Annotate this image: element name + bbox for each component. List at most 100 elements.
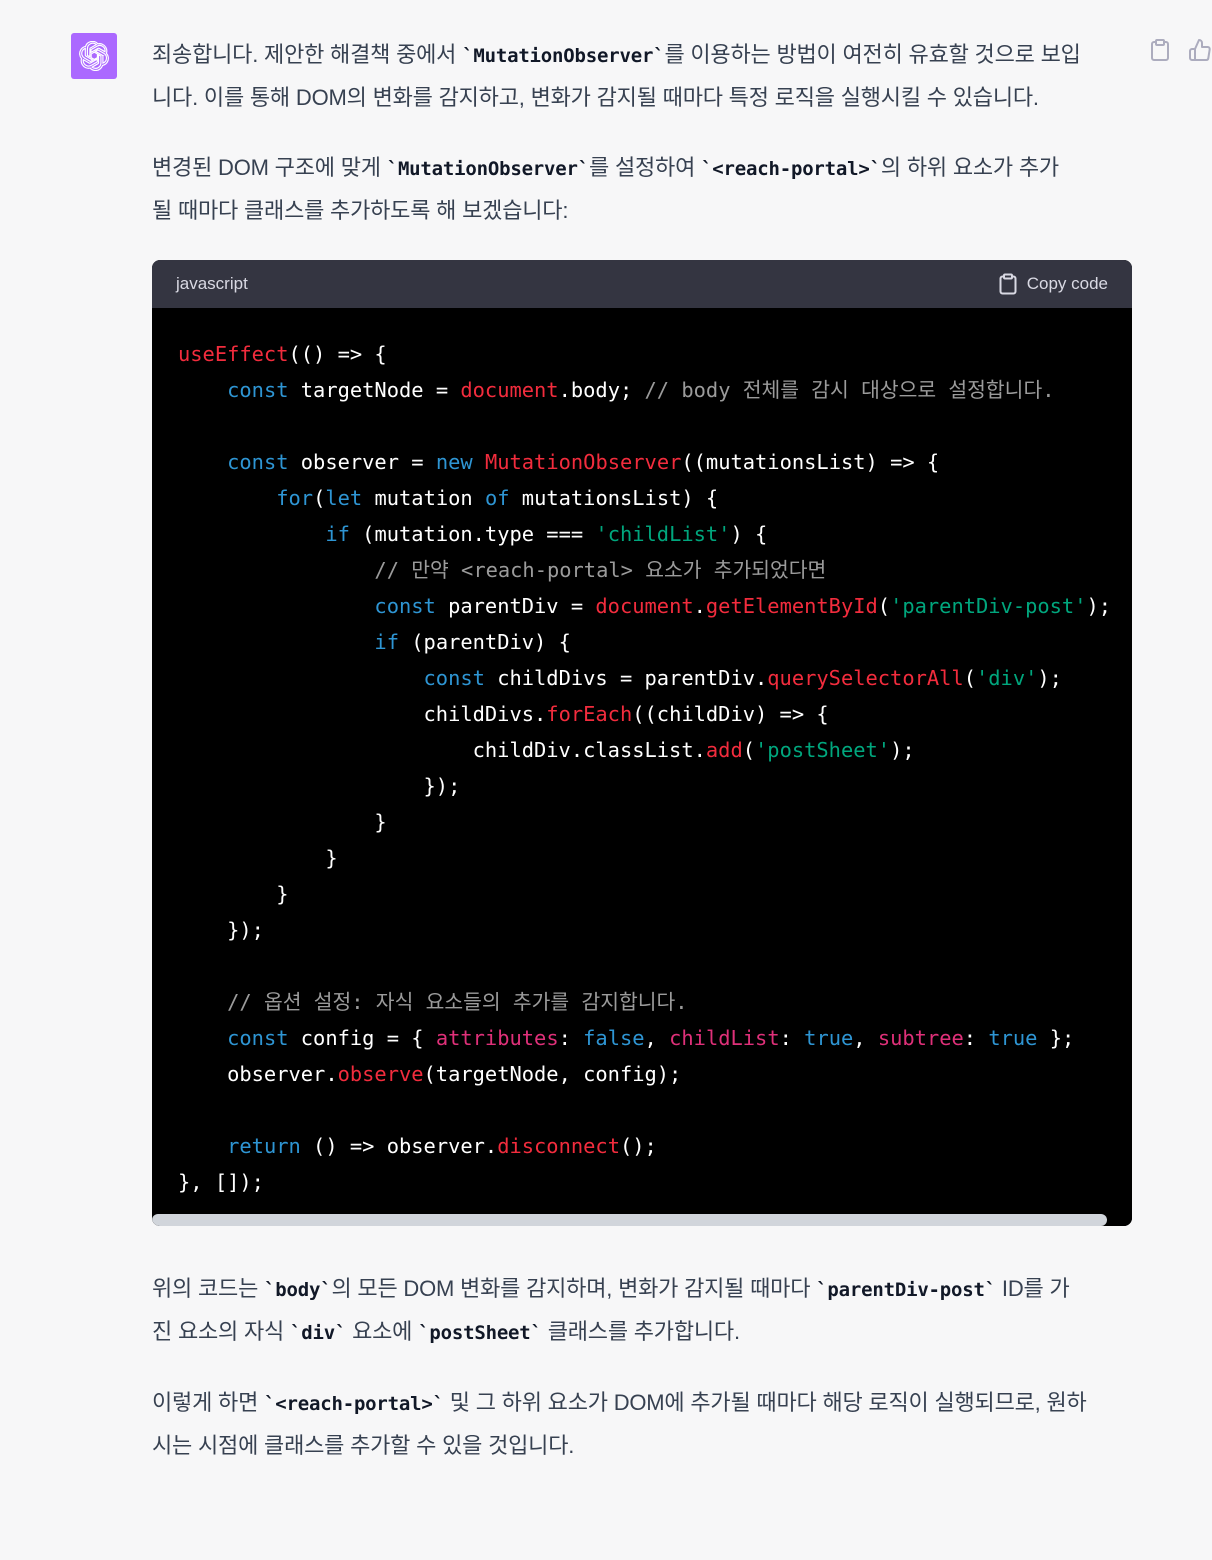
code-token: 'postSheet': [755, 738, 891, 762]
code-line: // 만약 <reach-portal> 요소가 추가되었다면: [178, 552, 1132, 588]
code-token: true: [804, 1026, 854, 1050]
code-block: javascript Copy code useEffect(() => { c…: [152, 260, 1132, 1226]
code-line: const parentDiv = document.getElementByI…: [178, 588, 1132, 624]
inline-code: `body`: [264, 1279, 332, 1301]
code-line: const targetNode = document.body; // bod…: [178, 372, 1132, 408]
code-token: (: [963, 666, 976, 690]
code-token: const: [227, 378, 289, 402]
code-token: false: [583, 1026, 645, 1050]
code-line: }: [178, 804, 1132, 840]
text: 의 모든 DOM 변화를 감지하며, 변화가 감지될 때마다: [331, 1276, 817, 1301]
code-token: );: [1037, 666, 1062, 690]
code-token: (: [742, 738, 756, 762]
code-token: document: [460, 378, 559, 402]
code-token: disconnect: [497, 1134, 620, 1158]
code-token: true: [988, 1026, 1038, 1050]
text: 시는 시점에 클래스를 추가할 수 있을 것입니다.: [152, 1433, 575, 1458]
code-token: ,: [853, 1026, 878, 1050]
inline-code: `<reach-portal>`: [264, 1393, 444, 1415]
code-token: const: [227, 450, 289, 474]
text: 이렇게 하면: [152, 1390, 265, 1415]
text: 요소에: [346, 1319, 419, 1344]
code-token: ,: [644, 1026, 670, 1050]
code-token: add: [705, 738, 743, 762]
code-token: :: [779, 1026, 805, 1050]
code-token: childDivs.: [178, 702, 547, 726]
text: 될 때마다 클래스를 추가하도록 해 보겠습니다:: [152, 198, 569, 223]
code-token: :: [963, 1026, 989, 1050]
code-token: useEffect: [178, 342, 289, 366]
explanation-paragraph: 위의 코드는 `body`의 모든 DOM 변화를 감지하며, 변화가 감지될 …: [152, 1268, 1132, 1354]
code-token: ();: [619, 1134, 657, 1158]
inline-code: `div`: [289, 1322, 347, 1344]
code-token: // body 전체를 감시 대상으로 설정합니다.: [644, 378, 1055, 402]
code-line: const config = { attributes: false, chil…: [178, 1020, 1132, 1056]
inline-code: `parentDiv-post`: [816, 1279, 996, 1301]
code-token: (: [313, 486, 326, 510]
code-token: );: [1086, 594, 1112, 618]
code-line: return () => observer.disconnect();: [178, 1128, 1132, 1164]
code-token: .body;: [558, 378, 645, 402]
code-line: }, []);: [178, 1164, 1132, 1200]
code-line: // 옵션 설정: 자식 요소들의 추가를 감지합니다.: [178, 984, 1132, 1020]
code-token: if: [374, 630, 399, 654]
text: 의 하위 요소가 추가: [880, 155, 1059, 180]
code-token: });: [178, 774, 461, 798]
inline-code: `postSheet`: [418, 1322, 542, 1344]
code-content[interactable]: useEffect(() => { const targetNode = doc…: [152, 308, 1132, 1214]
code-token: .: [693, 594, 706, 618]
code-token: const: [227, 1026, 289, 1050]
code-token: if: [325, 522, 350, 546]
code-token: // 옵션 설정: 자식 요소들의 추가를 감지합니다.: [227, 990, 688, 1014]
code-token: of: [484, 486, 510, 510]
code-token: observe: [337, 1062, 424, 1086]
assistant-avatar: [71, 33, 117, 79]
inline-code: `MutationObserver`: [462, 45, 665, 67]
code-token: ) {: [730, 522, 768, 546]
code-token: let: [325, 486, 363, 510]
message-actions: [1150, 38, 1212, 64]
code-token: new: [435, 450, 473, 474]
code-scrollbar[interactable]: [152, 1214, 1132, 1226]
code-token: childList: [669, 1026, 780, 1050]
code-line: });: [178, 912, 1132, 948]
text: 클래스를 추가합니다.: [541, 1319, 740, 1344]
inline-code: `<reach-portal>`: [701, 158, 881, 180]
scrollbar-thumb[interactable]: [152, 1214, 1107, 1226]
code-token: :: [558, 1026, 584, 1050]
code-line: childDivs.forEach((childDiv) => {: [178, 696, 1132, 732]
code-line: });: [178, 768, 1132, 804]
code-token: forEach: [546, 702, 633, 726]
code-token: const: [374, 594, 436, 618]
code-line: if (mutation.type === 'childList') {: [178, 516, 1132, 552]
code-token: 'div': [975, 666, 1038, 690]
thumbs-up-icon[interactable]: [1188, 38, 1212, 64]
code-line: observer.observe(targetNode, config);: [178, 1056, 1132, 1092]
code-token: parentDiv =: [435, 594, 596, 618]
code-token: }, []);: [178, 1170, 264, 1194]
code-token: observer =: [288, 450, 436, 474]
code-token: observer.: [178, 1062, 338, 1086]
code-line: const observer = new MutationObserver((m…: [178, 444, 1132, 480]
copy-code-button[interactable]: Copy code: [999, 273, 1108, 295]
code-token: for: [276, 486, 314, 510]
code-token: mutation: [362, 486, 485, 510]
clipboard-icon: [999, 273, 1017, 295]
code-token: mutationsList) {: [509, 486, 719, 510]
text: 진 요소의 자식: [152, 1319, 290, 1344]
text: 변경된 DOM 구조에 맞게: [152, 155, 387, 180]
clipboard-icon[interactable]: [1150, 38, 1174, 64]
code-token: (() => {: [288, 342, 387, 366]
code-token: childDivs = parentDiv.: [484, 666, 768, 690]
text: 및 그 하위 요소가 DOM에 추가될 때마다 해당 로직이 실행되므로, 원하: [443, 1390, 1087, 1415]
